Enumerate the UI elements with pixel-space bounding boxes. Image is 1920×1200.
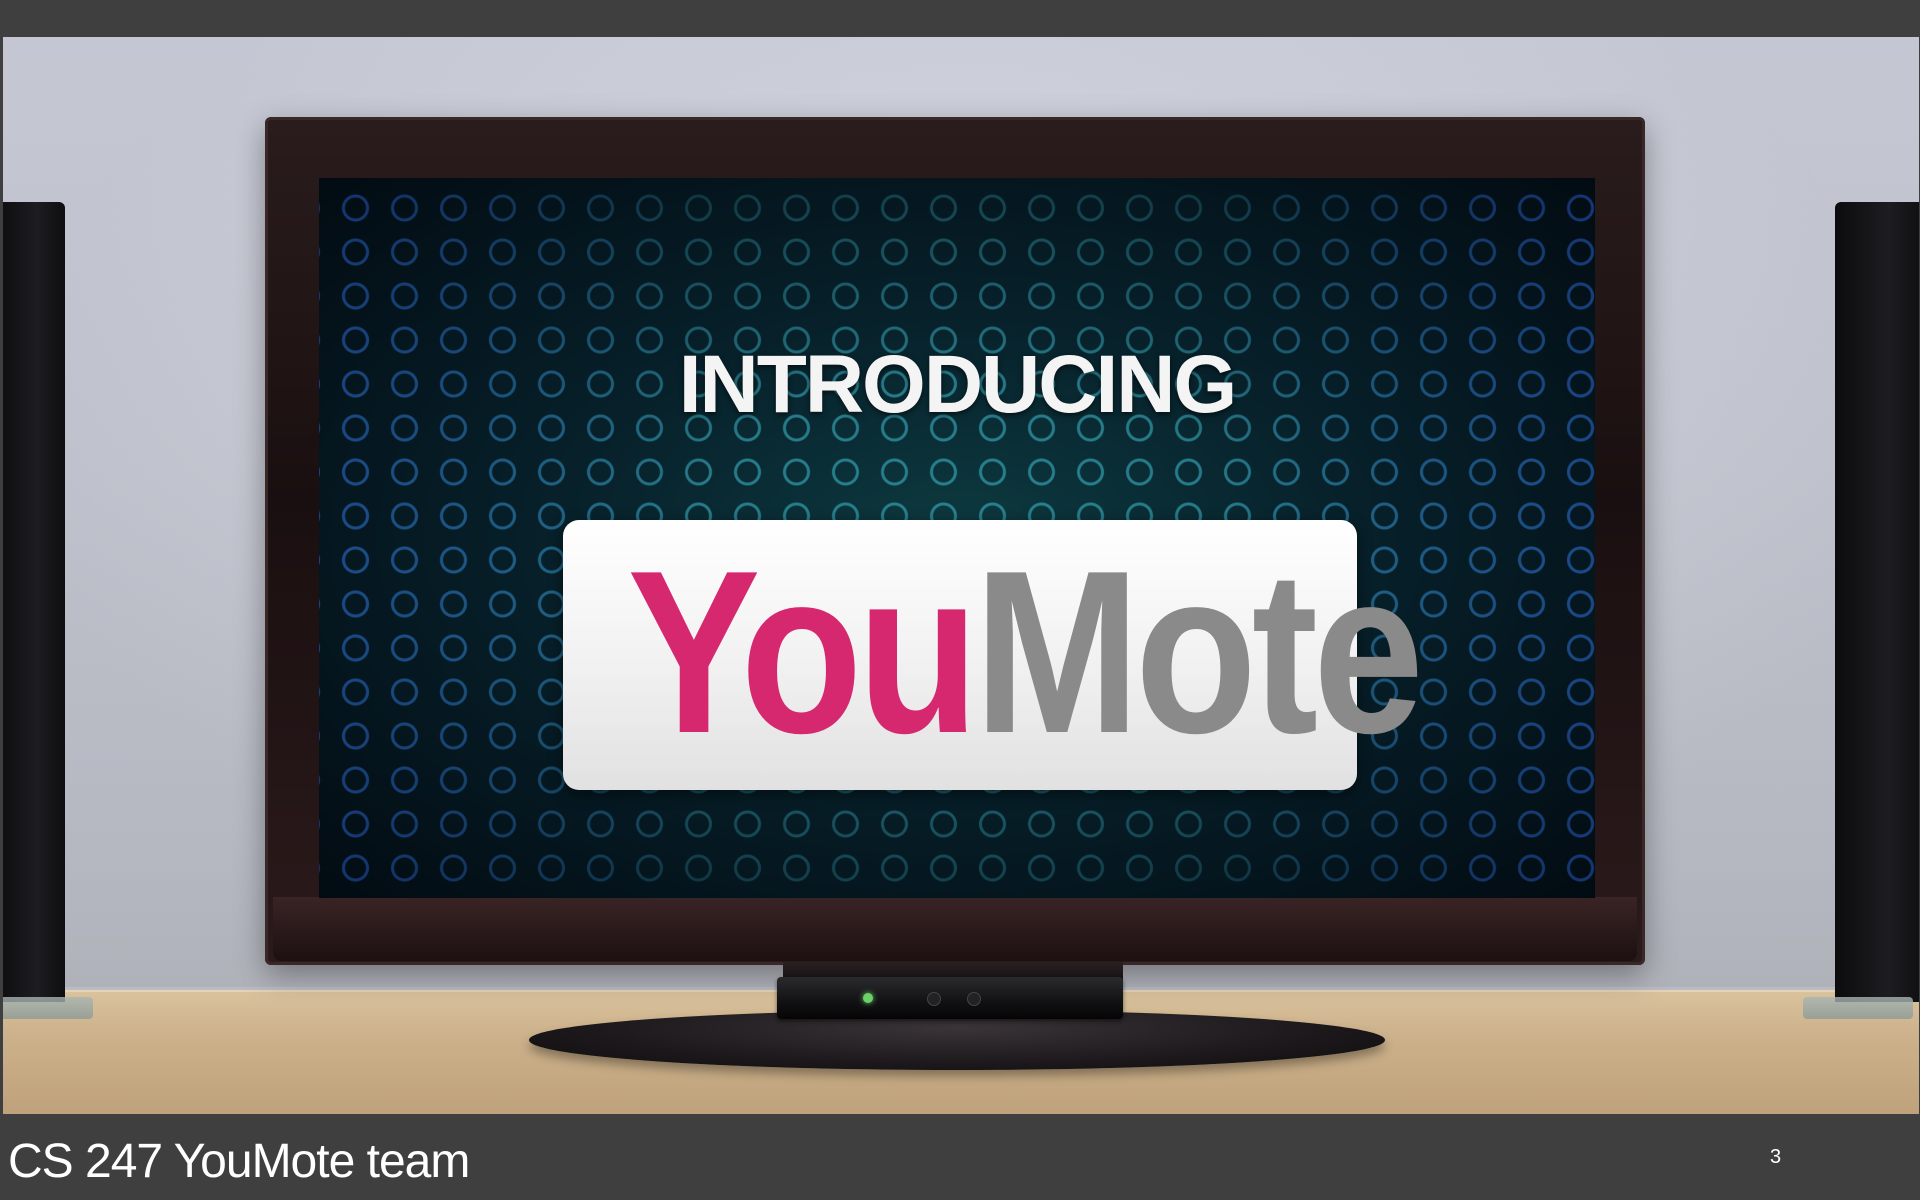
kinect-lens-icon bbox=[967, 992, 981, 1006]
left-speaker-base bbox=[3, 997, 93, 1019]
introducing-heading: INTRODUCING bbox=[678, 339, 1238, 430]
tv-bottom-strip bbox=[273, 897, 1637, 961]
right-speaker bbox=[1835, 202, 1919, 1002]
slide-top-bar bbox=[0, 0, 1920, 37]
slide-footer: CS 247 YouMote team 3 bbox=[0, 1114, 1920, 1200]
logo-mote-text: Mote bbox=[973, 523, 1424, 782]
logo-you-text: You bbox=[627, 523, 979, 782]
kinect-led-icon bbox=[863, 993, 873, 1003]
tv-screen: INTRODUCING YouMote bbox=[319, 178, 1595, 898]
footer-title: CS 247 YouMote team bbox=[8, 1135, 470, 1188]
youmote-wordmark: YouMote bbox=[627, 537, 1424, 769]
left-speaker bbox=[3, 202, 65, 1002]
kinect-lens-icon bbox=[927, 992, 941, 1006]
youmote-logo: YouMote bbox=[563, 520, 1424, 790]
slide-photo: INTRODUCING YouMote bbox=[3, 37, 1919, 1114]
slide-number: 3 bbox=[1770, 1146, 1782, 1168]
tv-stand-base bbox=[529, 1010, 1385, 1070]
right-speaker-base bbox=[1803, 997, 1913, 1019]
kinect-sensor bbox=[777, 977, 1123, 1019]
